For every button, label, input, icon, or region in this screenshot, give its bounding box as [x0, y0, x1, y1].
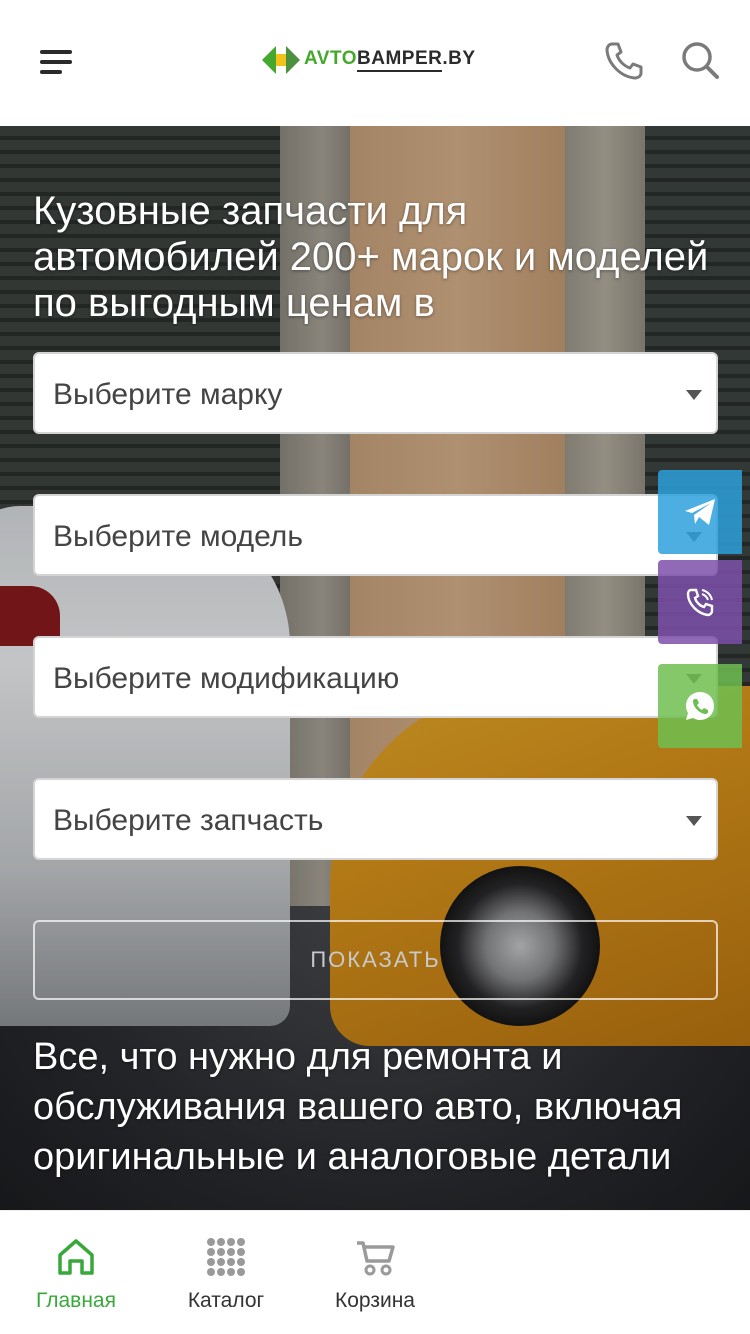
chevron-down-icon [686, 816, 702, 826]
select-modification-placeholder: Выберите модификацию [53, 662, 400, 695]
whatsapp-button[interactable] [658, 664, 742, 748]
select-brand[interactable]: Выберите марку [33, 352, 718, 434]
viber-button[interactable] [658, 560, 742, 644]
show-button[interactable]: ПОКАЗАТЬ [33, 920, 718, 1000]
menu-icon[interactable] [40, 50, 72, 74]
select-modification[interactable]: Выберите модификацию [33, 636, 718, 718]
nav-home[interactable]: Главная [30, 1211, 122, 1334]
select-part-placeholder: Выберите запчасть [53, 804, 324, 837]
logo-text: AVTO BAMPER .BY [304, 48, 476, 72]
telegram-icon [685, 499, 715, 525]
grid-icon [207, 1238, 245, 1276]
logo-text-avto: AVTO [304, 48, 358, 69]
nav-catalog-label: Каталог [187, 1289, 265, 1312]
hero-title: Кузовные запчасти для автомобилей 200+ м… [33, 189, 709, 325]
viber-icon [686, 588, 714, 617]
whatsapp-icon [686, 692, 714, 720]
cart-icon [357, 1241, 395, 1276]
bottom-navigation: Главная Каталог Корзина [0, 1210, 750, 1334]
logo[interactable]: AVTO BAMPER .BY [262, 42, 476, 78]
nav-catalog[interactable]: Каталог [180, 1211, 272, 1334]
select-part[interactable]: Выберите запчасть [33, 778, 718, 860]
hero-subtitle: Все, что нужно для ремонта и обслуживани… [33, 1036, 683, 1178]
select-brand-placeholder: Выберите марку [53, 378, 283, 411]
hero-section: Кузовные запчасти для автомобилей 200+ м… [0, 126, 750, 1210]
phone-icon[interactable] [603, 40, 645, 82]
select-model-placeholder: Выберите модель [53, 520, 303, 553]
telegram-button[interactable] [658, 470, 742, 554]
logo-mark-icon [262, 46, 300, 74]
logo-text-bamper: BAMPER [357, 48, 443, 72]
logo-text-by: .BY [442, 48, 476, 69]
header: AVTO BAMPER .BY [0, 0, 750, 126]
select-model[interactable]: Выберите модель [33, 494, 718, 576]
search-icon[interactable] [680, 40, 720, 80]
chevron-down-icon [686, 390, 702, 400]
home-icon [58, 1239, 94, 1275]
nav-home-label: Главная [36, 1289, 116, 1312]
nav-cart-label: Корзина [335, 1289, 415, 1312]
nav-cart[interactable]: Корзина [326, 1211, 424, 1334]
